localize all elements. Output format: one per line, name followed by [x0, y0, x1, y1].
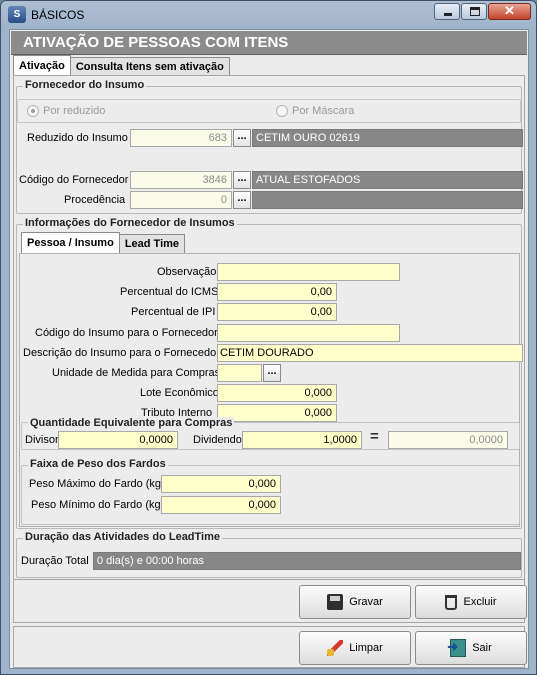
ativacao-panel: Fornecedor do Insumo Por reduzido Por Má…	[13, 75, 525, 622]
equals-sign: =	[370, 428, 379, 445]
tributo-input[interactable]: 0,000	[217, 404, 337, 422]
radio-dot-icon	[276, 105, 288, 117]
main-tabs: Ativação Consulta Itens sem ativação	[13, 55, 230, 76]
peso-maximo-label: Peso Máximo do Fardo (kg)	[29, 478, 165, 490]
codigo-insumo-input[interactable]	[217, 324, 400, 342]
icms-label: Percentual do ICMS	[120, 286, 219, 298]
sair-label: Sair	[472, 642, 492, 654]
limpar-button[interactable]: Limpar	[299, 631, 411, 665]
save-icon	[327, 594, 344, 610]
radio-por-reduzido[interactable]: Por reduzido	[27, 105, 105, 117]
quantidade-group: Quantidade Equivalente para Compras Divi…	[21, 417, 520, 450]
radio-por-mascara-label: Por Máscara	[292, 105, 355, 117]
unidade-lookup-button[interactable]: ...	[263, 364, 281, 382]
divisor-label: Divisor	[25, 434, 59, 446]
trash-icon	[445, 594, 458, 610]
fornecedor-insumo-group: Fornecedor do Insumo Por reduzido Por Má…	[16, 79, 523, 214]
window-controls: ✕	[434, 3, 531, 20]
dividendo-label: Dividendo	[193, 434, 242, 446]
descricao-input[interactable]: CETIM DOURADO	[217, 344, 523, 362]
codigo-fornecedor-label: Código do Fornecedor	[19, 174, 129, 186]
lote-input[interactable]: 0,000	[217, 384, 337, 402]
radio-dot-icon	[27, 105, 39, 117]
icms-input[interactable]: 0,00	[217, 283, 337, 301]
reduzido-lookup-button[interactable]: ...	[233, 129, 251, 147]
peso-minimo-label: Peso Mínimo do Fardo (kg)	[31, 499, 165, 511]
page-title: ATIVAÇÃO DE PESSOAS COM ITENS	[11, 31, 527, 55]
unidade-label: Unidade de Medida para Compras	[52, 367, 221, 379]
action-panel-bottom: Limpar Sair	[13, 626, 527, 668]
dividendo-input[interactable]: 1,0000	[242, 431, 362, 449]
divisor-input[interactable]: 0,0000	[58, 431, 178, 449]
title-bar[interactable]: S BÁSICOS ✕	[1, 1, 536, 28]
reduzido-description: CETIM OURO 02619	[252, 129, 523, 147]
close-button[interactable]: ✕	[488, 3, 531, 20]
info-tabs: Pessoa / Insumo Lead Time	[21, 232, 186, 253]
search-mode-box: Por reduzido Por Máscara	[17, 99, 521, 123]
procedencia-description	[252, 191, 523, 209]
peso-maximo-input[interactable]: 0,000	[161, 475, 281, 493]
codigo-insumo-label: Código do Insumo para o Fornecedor	[35, 327, 218, 339]
sair-button[interactable]: Sair	[415, 631, 527, 665]
fornecedor-insumo-title: Fornecedor do Insumo	[23, 79, 147, 91]
duracao-total-value: 0 dia(s) e 00:00 horas	[93, 552, 521, 570]
informacoes-group: Informações do Fornecedor de Insumos Pes…	[16, 217, 523, 529]
gravar-button[interactable]: Gravar	[299, 585, 411, 619]
peso-group: Faixa de Peso dos Fardos Peso Máximo do …	[21, 458, 520, 525]
quantidade-result: 0,0000	[388, 431, 508, 449]
codigo-fornecedor-lookup-button[interactable]: ...	[233, 171, 251, 189]
pessoa-insumo-panel: Observação Percentual do ICMS 0,00 Perce…	[19, 253, 523, 527]
minimize-icon	[444, 13, 452, 16]
peso-minimo-input[interactable]: 0,000	[161, 496, 281, 514]
radio-por-mascara[interactable]: Por Máscara	[276, 105, 354, 117]
excluir-button[interactable]: Excluir	[415, 585, 527, 619]
quantidade-title: Quantidade Equivalente para Compras	[28, 417, 235, 429]
duracao-title: Duração das Atividades do LeadTime	[23, 531, 223, 543]
observacao-label: Observação	[157, 266, 217, 278]
duracao-group: Duração das Atividades do LeadTime Duraç…	[16, 531, 522, 578]
radio-por-reduzido-label: Por reduzido	[43, 105, 106, 117]
exit-door-icon	[447, 639, 467, 657]
minimize-button[interactable]	[434, 3, 460, 20]
window-title: BÁSICOS	[31, 8, 85, 22]
procedencia-label: Procedência	[64, 194, 126, 206]
maximize-button[interactable]	[461, 3, 487, 20]
tab-lead-time[interactable]: Lead Time	[118, 234, 186, 253]
descricao-label: Descrição do Insumo para o Fornecedor	[23, 347, 220, 359]
duracao-total-label: Duração Total	[21, 555, 89, 567]
brush-icon	[327, 640, 344, 656]
codigo-fornecedor-input[interactable]: 3846	[130, 171, 232, 189]
close-icon: ✕	[504, 3, 515, 18]
app-logo-icon: S	[8, 6, 26, 23]
informacoes-title: Informações do Fornecedor de Insumos	[23, 217, 237, 229]
gravar-label: Gravar	[349, 596, 383, 608]
tab-pessoa-insumo[interactable]: Pessoa / Insumo	[21, 232, 120, 253]
tab-ativacao[interactable]: Ativação	[13, 55, 71, 76]
observacao-input[interactable]	[217, 263, 400, 281]
peso-title: Faixa de Peso dos Fardos	[28, 458, 168, 470]
reduzido-label: Reduzido do Insumo	[27, 132, 128, 144]
action-panel-top: Gravar Excluir	[13, 579, 527, 623]
reduzido-input[interactable]: 683	[130, 129, 232, 147]
ipi-label: Percentual de IPI	[131, 306, 216, 318]
lote-label: Lote Econômico	[140, 387, 219, 399]
form-client-area: ATIVAÇÃO DE PESSOAS COM ITENS Ativação C…	[9, 29, 529, 669]
procedencia-lookup-button[interactable]: ...	[233, 191, 251, 209]
unidade-input[interactable]	[217, 364, 262, 382]
app-window: S BÁSICOS ✕ ATIVAÇÃO DE PESSOAS COM ITEN…	[0, 0, 537, 675]
excluir-label: Excluir	[463, 596, 497, 608]
limpar-label: Limpar	[349, 642, 383, 654]
codigo-fornecedor-description: ATUAL ESTOFADOS	[252, 171, 523, 189]
tab-consulta-itens[interactable]: Consulta Itens sem ativação	[69, 57, 230, 76]
ipi-input[interactable]: 0,00	[217, 303, 337, 321]
procedencia-input[interactable]: 0	[130, 191, 232, 209]
maximize-icon	[470, 7, 480, 16]
